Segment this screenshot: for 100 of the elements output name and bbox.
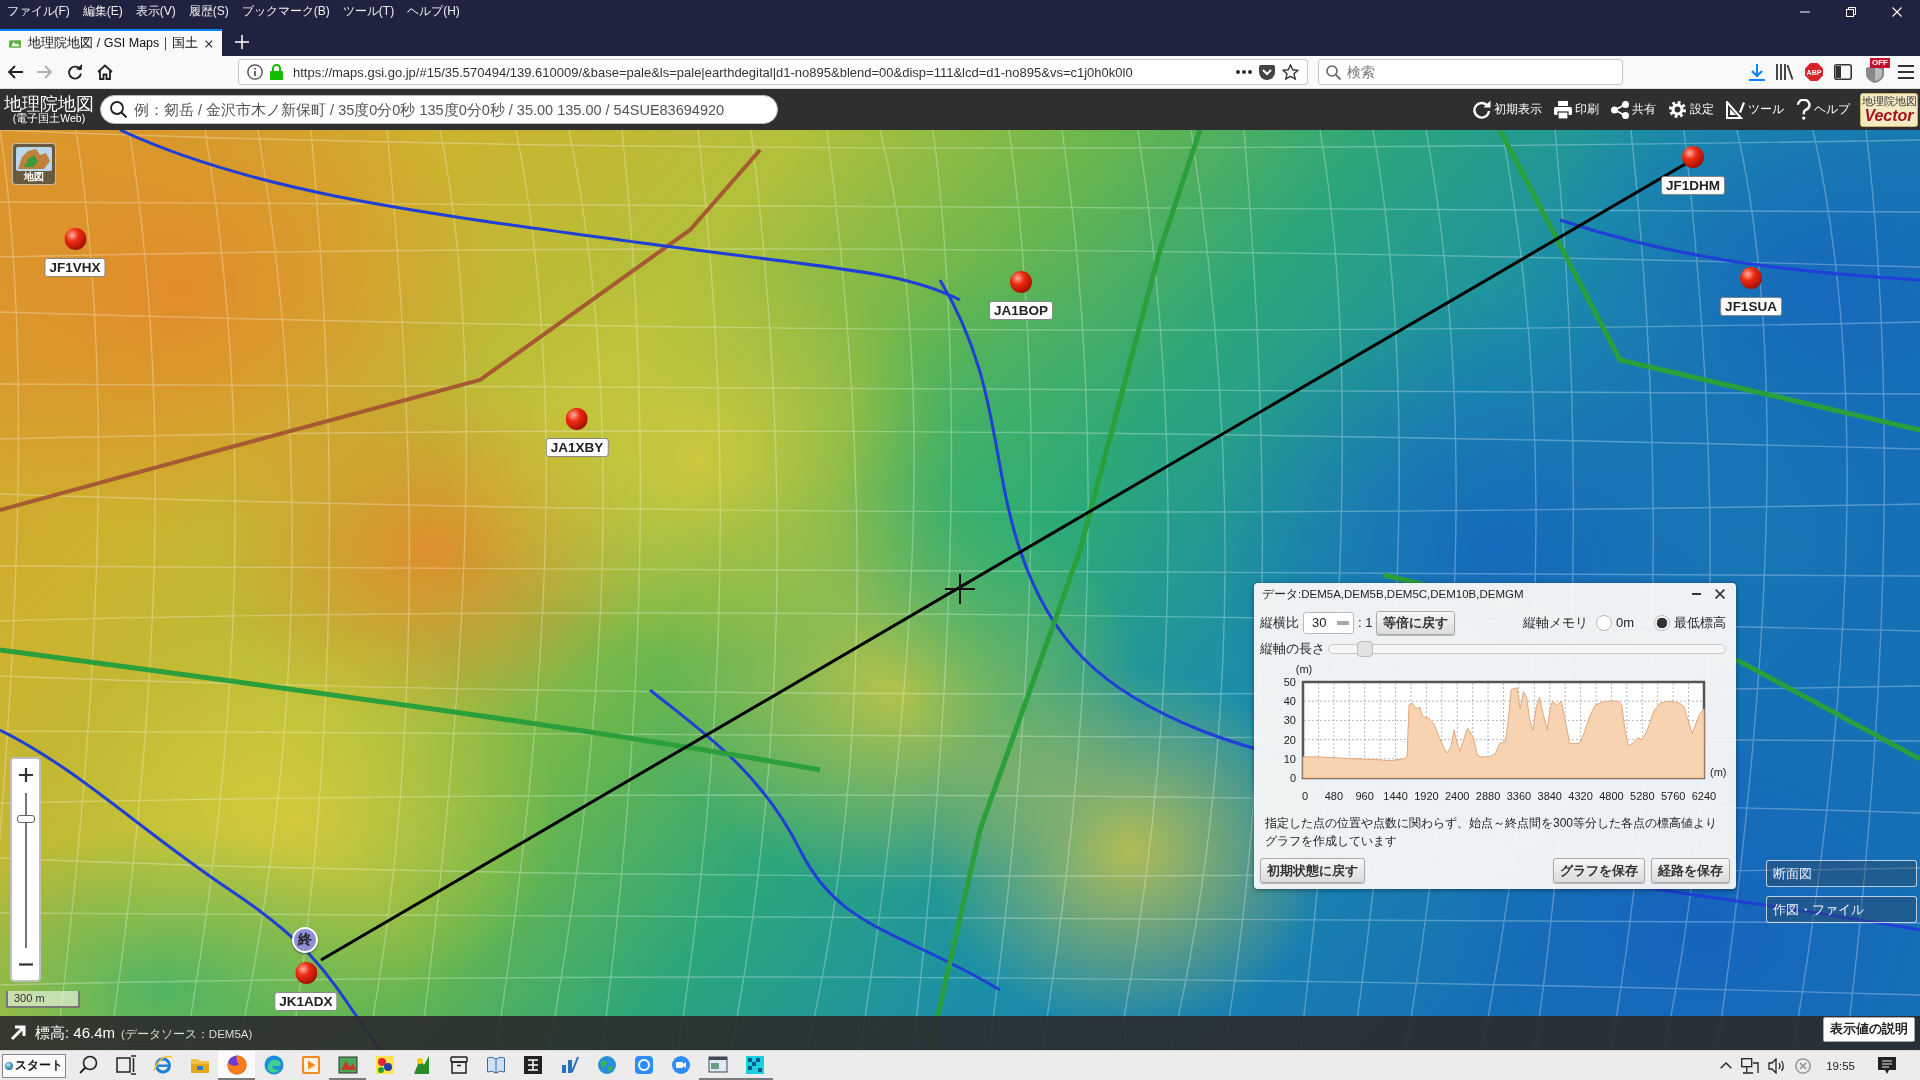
toolbar-button[interactable]: 印刷 <box>1549 100 1604 119</box>
radio-button[interactable] <box>1595 614 1612 631</box>
axis-tick-label: 1440 <box>1383 790 1408 802</box>
caret-up-icon[interactable] <box>1720 1062 1733 1069</box>
speaker-icon[interactable] <box>1768 1057 1787 1074</box>
place-search-field[interactable]: 例：剱岳 / 金沢市木ノ新保町 / 35度0分0秒 135度0分0秒 / 35.00 135.00 / 54SUE83694920 <box>100 95 778 124</box>
menu-item[interactable]: 表示(V) <box>129 0 183 22</box>
download-icon[interactable] <box>1749 63 1765 81</box>
aspect-ratio-field[interactable]: 30 <box>1303 611 1354 634</box>
browser-tab[interactable]: 地理院地図 / GSI Maps｜国土 <box>0 29 222 56</box>
radio-label[interactable]: 0m <box>1615 615 1634 630</box>
star-icon[interactable] <box>1282 64 1299 80</box>
zoom-in-icon[interactable] <box>18 767 33 782</box>
menu-item[interactable]: 履歴(S) <box>182 0 236 22</box>
printer-icon <box>1554 100 1572 119</box>
app-logo-title: 地理院地図 <box>4 94 94 113</box>
axis-tick-label: 2880 <box>1475 790 1501 802</box>
map-pin-icon[interactable] <box>1682 146 1704 168</box>
axis-tick-label: 4320 <box>1568 790 1593 802</box>
axis-tick-label: 3360 <box>1506 790 1532 802</box>
menu-item[interactable]: ツール(T) <box>336 0 401 22</box>
side-menu-button[interactable]: 作図・ファイル <box>1766 896 1917 923</box>
chart-icon <box>559 1054 580 1075</box>
app-icon <box>411 1054 432 1075</box>
map-pin-icon[interactable] <box>566 408 588 430</box>
marker-label: JF1VHX <box>44 258 106 277</box>
menu-icon[interactable] <box>1898 65 1914 79</box>
menu-item[interactable]: ブックマーク(B) <box>235 0 337 22</box>
window-icon <box>707 1054 728 1075</box>
map-pin-icon[interactable] <box>1010 271 1032 293</box>
pattern-icon <box>744 1054 765 1075</box>
browser-logo-icon <box>263 1054 284 1075</box>
axis-tick-label: 10 <box>1283 752 1296 765</box>
side-menu-button[interactable]: 断面図 <box>1766 860 1917 887</box>
axis-length-slider[interactable] <box>1328 644 1726 654</box>
extension-button[interactable]: OFF <box>1863 61 1887 83</box>
network-icon[interactable] <box>1741 1057 1760 1074</box>
info-text: 指定した点の位置や点数に関わらず、始点～終点間を300等分した各点の標高値よりグラフを作成しています <box>1265 815 1719 850</box>
slider-thumb[interactable] <box>1356 641 1373 657</box>
menu-item[interactable]: ヘルプ(H) <box>400 0 467 22</box>
axis-tick-label: 20 <box>1283 733 1296 746</box>
address-bar[interactable]: https://maps.gsi.go.jp/#15/35.570494/139.610009/&base=pale&ls=pale|earthdegital|d1-no895&blend=00&disp=111&lcd=d1-no895&vs=c1j0h0k0l0 <box>238 59 1308 85</box>
video-camera-icon <box>670 1054 691 1075</box>
legend-help-button[interactable]: 表示値の説明 <box>1823 1017 1915 1042</box>
pocket-icon[interactable] <box>1259 64 1275 80</box>
axis-tick-label: 5280 <box>1630 790 1655 802</box>
menu-item[interactable]: ファイル(F) <box>0 0 77 22</box>
menu-item[interactable]: 編集(E) <box>76 0 130 22</box>
app-icon <box>633 1054 654 1075</box>
reload-icon[interactable] <box>67 64 83 80</box>
archive-box-icon <box>448 1054 469 1075</box>
aspect-ratio-label: 縦横比 <box>1260 613 1299 632</box>
axis-tick-label: 40 <box>1283 695 1296 708</box>
marker-label: JA1XBY <box>545 438 609 457</box>
panel-button[interactable]: 経路を保存 <box>1651 858 1730 883</box>
search-icon <box>110 101 127 118</box>
start-button[interactable]: スタート <box>2 1053 66 1078</box>
plus-icon[interactable] <box>235 35 249 49</box>
marker-label: JA1BOP <box>989 301 1053 320</box>
axis-tick-label: 50 <box>1283 676 1296 688</box>
axis-tick-label: 2400 <box>1445 790 1470 802</box>
toolbar-button[interactable]: 初期表示 <box>1468 100 1547 119</box>
arrow-icon <box>10 1025 26 1041</box>
notification-icon[interactable] <box>1878 1056 1896 1075</box>
zoom-slider-thumb[interactable] <box>16 815 35 824</box>
close-icon[interactable] <box>1715 589 1725 599</box>
toolbar-button[interactable]: ヘルプ <box>1791 99 1855 120</box>
clock-text[interactable]: 19:55 <box>1826 1059 1855 1072</box>
close-icon[interactable] <box>205 38 213 49</box>
map-pin-icon[interactable] <box>64 228 86 250</box>
app-tile-icon <box>522 1054 543 1075</box>
map-logo-icon <box>9 37 22 50</box>
home-icon[interactable] <box>97 64 113 80</box>
axis-tick-label: 0 <box>1302 790 1309 802</box>
panel-button[interactable]: 初期状態に戻す <box>1260 858 1365 883</box>
sidebar-icon[interactable] <box>1834 64 1852 80</box>
restore-icon[interactable] <box>1846 7 1856 17</box>
vector-map-button[interactable]: 地理院地図 Vector <box>1860 92 1918 127</box>
zoom-out-icon[interactable] <box>18 962 33 966</box>
library-icon[interactable] <box>1776 64 1794 80</box>
browser-logo-icon <box>226 1054 247 1075</box>
info-icon[interactable] <box>247 64 263 80</box>
cross-circle-icon[interactable] <box>1795 1057 1812 1074</box>
map-pin-icon[interactable] <box>1740 267 1762 289</box>
toolbar-button[interactable]: ツール <box>1721 100 1789 119</box>
marker-label: JK1ADX <box>274 992 338 1011</box>
taskbar-button[interactable] <box>218 1051 255 1080</box>
toolbar-button[interactable]: 設定 <box>1663 100 1719 119</box>
elevation-text: 標高: 46.4m <box>35 1023 116 1043</box>
radio-label[interactable]: 最低標高 <box>1674 613 1726 632</box>
search-field[interactable]: 検索 <box>1318 59 1623 85</box>
reset-icon <box>1473 100 1491 119</box>
basemap-button[interactable]: 地図 <box>12 143 56 185</box>
more-icon[interactable] <box>1236 70 1252 74</box>
reset-ratio-button[interactable]: 等倍に戻す <box>1376 610 1456 635</box>
panel-button[interactable]: グラフを保存 <box>1553 858 1645 883</box>
back-icon[interactable] <box>7 64 23 80</box>
radio-button[interactable] <box>1654 614 1670 631</box>
toolbar-button[interactable]: 共有 <box>1606 100 1661 119</box>
map-pin-icon[interactable] <box>295 962 317 984</box>
